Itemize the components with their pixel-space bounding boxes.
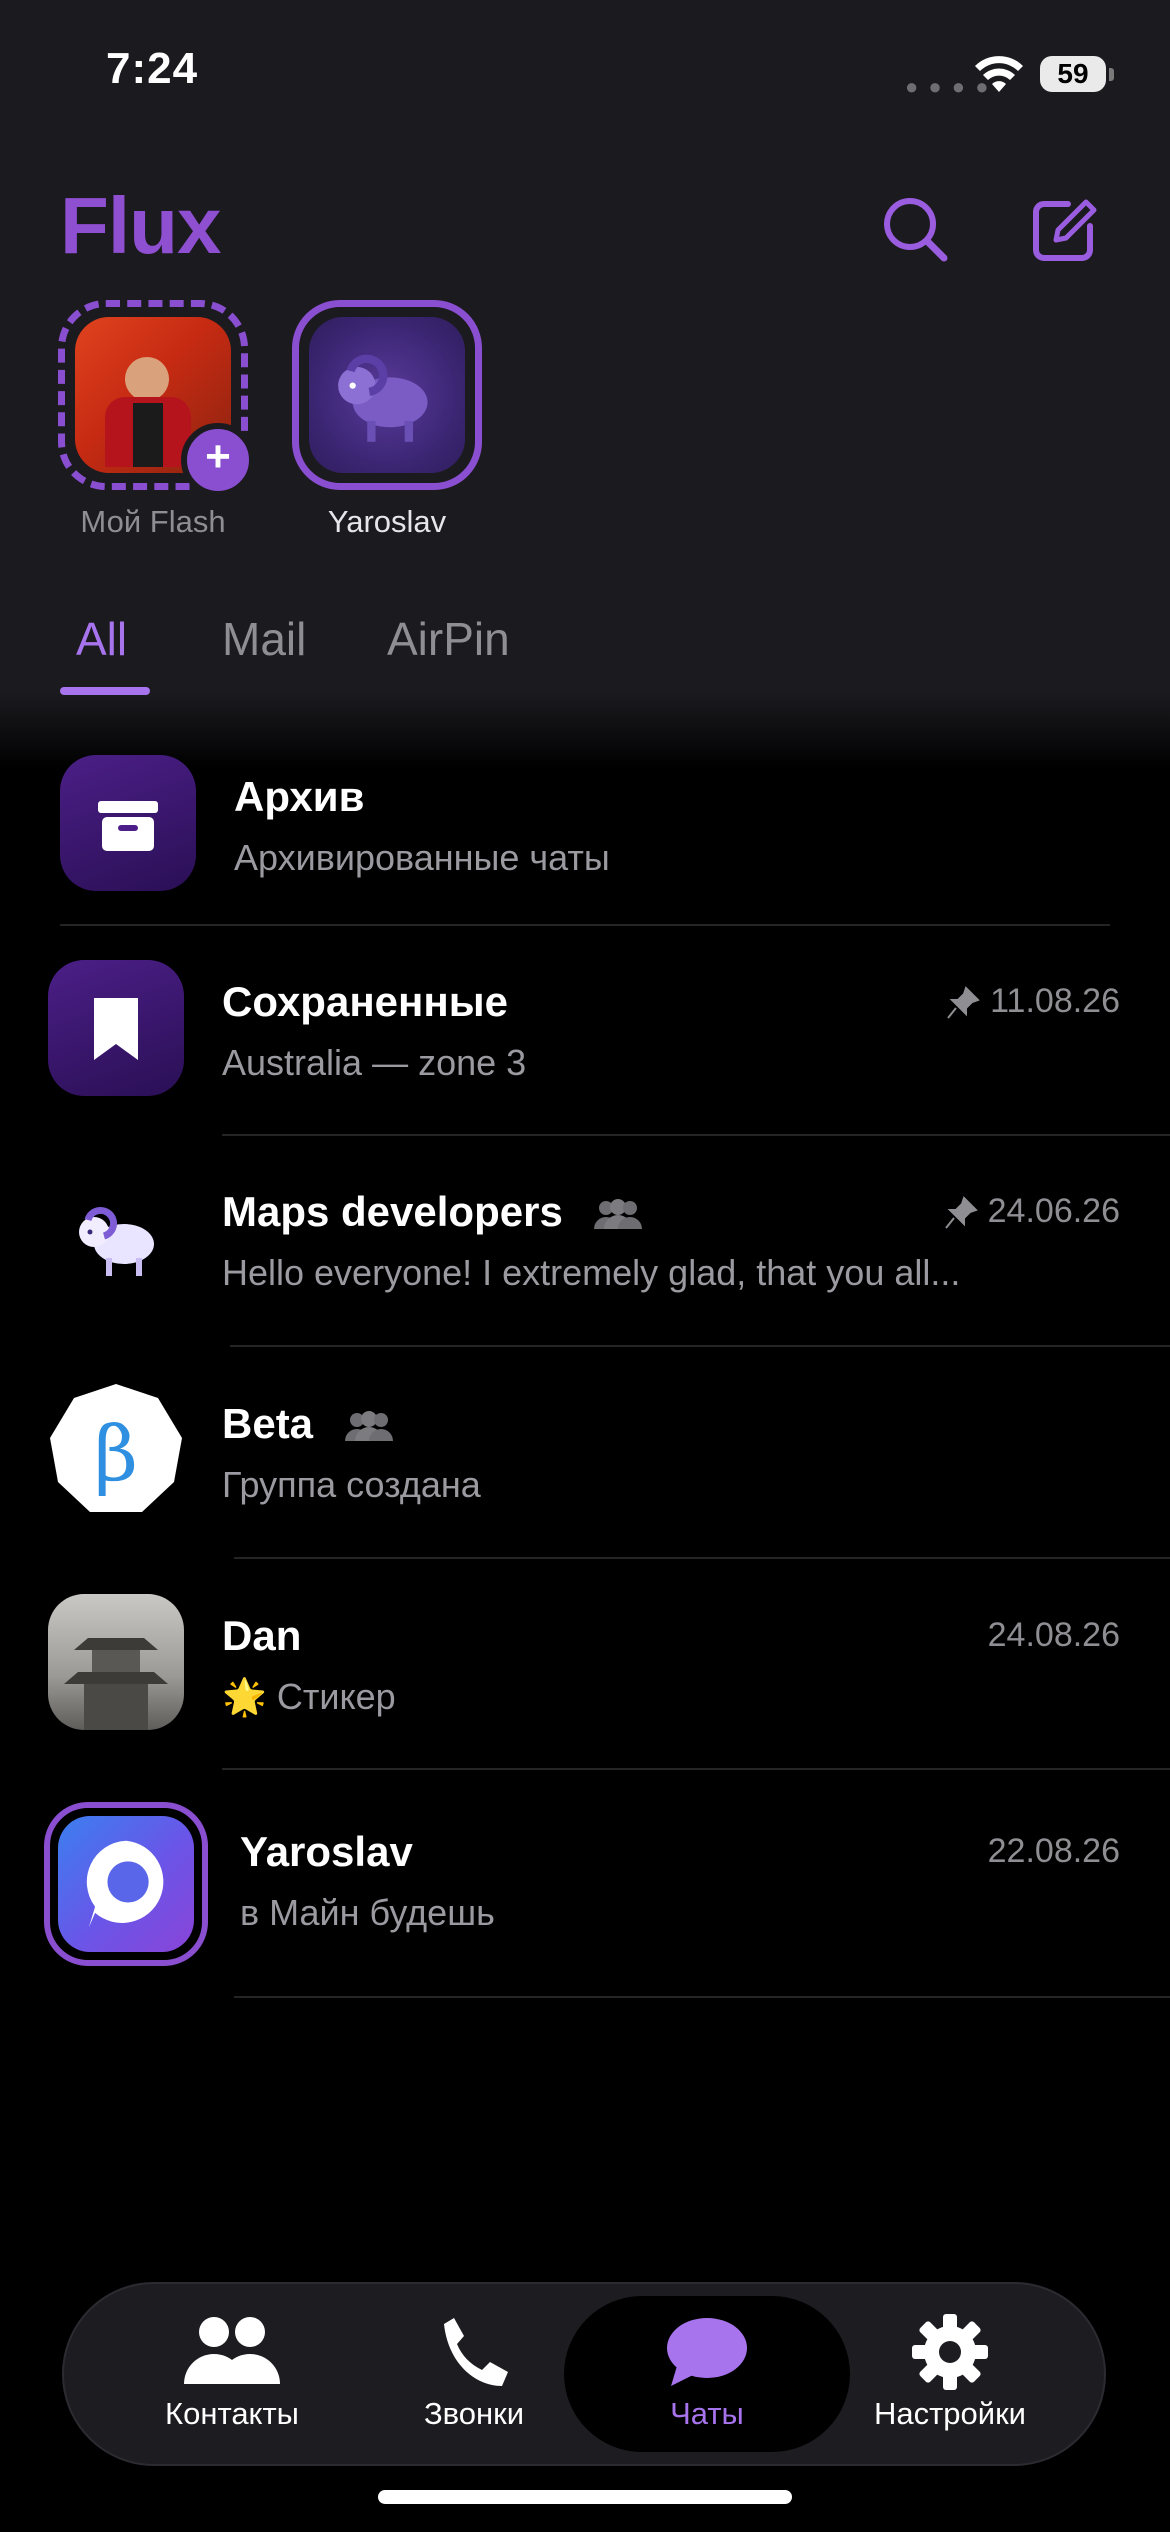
chat-row-yaroslav[interactable]: Yaroslav в Майн будешь 22.08.26 — [0, 1802, 1170, 1998]
search-icon[interactable] — [876, 190, 956, 270]
wifi-icon — [975, 56, 1023, 92]
divider — [234, 1996, 1170, 1998]
nav-label: Звонки — [423, 2396, 525, 2431]
nav-contacts[interactable]: Контакты — [122, 2284, 342, 2464]
chat-bubble-icon — [667, 2318, 747, 2386]
bookmark-icon — [94, 998, 138, 1060]
maps-developers-avatar — [48, 1170, 184, 1306]
compose-icon[interactable] — [1024, 190, 1104, 270]
chat-row-beta[interactable]: β Beta Группа создана — [0, 1382, 1170, 1552]
group-icon — [344, 1410, 393, 1441]
chat-title: Сохраненные — [222, 978, 509, 1025]
contacts-icon — [184, 2317, 280, 2384]
chat-row-saved[interactable]: Сохраненные Australia — zone 3 11.08.26 — [0, 960, 1170, 1130]
chat-title: Архив — [234, 773, 365, 820]
chat-title: Yaroslav — [240, 1828, 413, 1875]
chat-app-logo — [58, 1816, 194, 1952]
app-logo: Flux — [60, 181, 221, 270]
tab-mail[interactable]: Mail — [222, 612, 306, 666]
archive-avatar — [60, 755, 196, 891]
nav-calls[interactable]: Звонки — [364, 2284, 584, 2464]
divider — [234, 1557, 1170, 1559]
story-label: Мой Flash — [80, 504, 226, 539]
story-frame — [292, 300, 482, 490]
nav-label: Контакты — [165, 2396, 299, 2431]
chat-title: Beta — [222, 1400, 397, 1448]
chat-title: Maps developers — [222, 1188, 646, 1236]
chat-subtitle: Группа создана — [222, 1464, 481, 1505]
story-frame: + — [58, 300, 255, 497]
archive-icon — [98, 801, 158, 851]
status-time: 7:24 — [106, 44, 199, 93]
chat-subtitle: Архивированные чаты — [234, 837, 610, 878]
divider — [222, 1768, 1170, 1770]
pagoda-image — [64, 1638, 168, 1730]
battery-indicator: 59 — [1040, 56, 1114, 92]
chat-date: 24.08.26 — [987, 1616, 1120, 1654]
nav-label: Настройки — [873, 2396, 1026, 2431]
pin-icon — [947, 986, 981, 1019]
phone-icon — [444, 2318, 508, 2386]
dan-avatar — [48, 1594, 184, 1730]
chat-row-dan[interactable]: Dan 🌟 Стикер 24.08.26 — [0, 1594, 1170, 1764]
chat-row-archive[interactable]: Архив Архивированные чаты — [0, 755, 1170, 925]
beta-letter: β — [94, 1409, 138, 1498]
chat-subtitle: Australia — zone 3 — [222, 1042, 527, 1083]
chat-subtitle: 🌟 Стикер — [222, 1676, 396, 1717]
story-my-flash[interactable]: + Мой Flash — [53, 300, 255, 540]
gear-icon — [912, 2314, 988, 2390]
pin-icon — [944, 1196, 978, 1229]
chat-date: 24.06.26 — [944, 1192, 1120, 1231]
divider — [60, 924, 1110, 926]
beta-avatar: β — [48, 1382, 184, 1518]
yaroslav-avatar — [44, 1802, 208, 1966]
ram-icon — [338, 354, 428, 442]
divider — [230, 1345, 1170, 1347]
nav-settings[interactable]: Настройки — [840, 2284, 1060, 2464]
bottom-tab-bar: Контакты Звонки Чаты Настройки — [62, 2282, 1106, 2466]
group-icon — [594, 1198, 643, 1229]
chat-subtitle: в Майн будешь — [240, 1892, 495, 1933]
saved-avatar — [48, 960, 184, 1096]
chat-date: 11.08.26 — [946, 982, 1120, 1021]
story-yaroslav[interactable]: Yaroslav — [287, 300, 487, 540]
chat-row-maps-developers[interactable]: Maps developers Hello everyone! I extrem… — [0, 1170, 1170, 1340]
chat-subtitle: Hello everyone! I extremely glad, that y… — [222, 1252, 961, 1293]
nav-label: Чаты — [670, 2396, 744, 2431]
sticker-emoji: 🌟 — [222, 1676, 267, 1717]
tab-all[interactable]: All — [76, 612, 127, 666]
chat-date: 22.08.26 — [987, 1832, 1120, 1870]
home-indicator[interactable] — [378, 2490, 792, 2504]
add-story-button[interactable]: + — [181, 423, 255, 497]
divider — [222, 1134, 1170, 1136]
yaroslav-story-image — [309, 317, 465, 473]
story-label: Yaroslav — [327, 504, 447, 539]
nav-chats[interactable]: Чаты — [597, 2284, 817, 2464]
tab-airpin[interactable]: AirPin — [387, 612, 510, 666]
ram-icon — [79, 1206, 154, 1276]
chat-title: Dan — [222, 1612, 302, 1659]
tab-underline — [60, 687, 150, 695]
